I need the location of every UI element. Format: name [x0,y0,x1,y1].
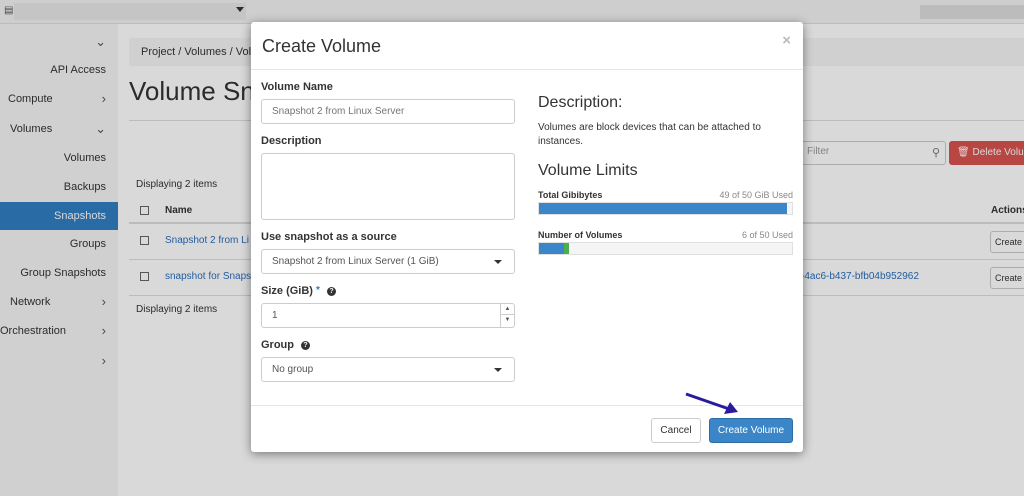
modal-title: Create Volume [262,36,382,56]
snapshot-source-label: Use snapshot as a source [261,231,397,243]
volumes-progress-bar [538,242,793,255]
caret-down-icon [494,368,502,372]
info-heading: Description: [538,94,623,111]
close-icon[interactable]: × [782,32,791,49]
increment-icon[interactable]: ▲ [501,304,514,315]
volume-limits-heading: Volume Limits [538,162,638,179]
help-icon[interactable]: ? [326,286,336,296]
volumes-progress-fill [539,243,565,254]
group-label: Group ? [261,339,311,351]
volume-name-input[interactable] [261,99,515,124]
volume-name-label: Volume Name [261,81,333,93]
group-value: No group [272,364,314,375]
gibibytes-limit-label: Total Gibibytes [538,190,603,200]
size-label-text: Size (GiB) [261,285,313,297]
volumes-limit-label: Number of Volumes [538,230,623,240]
size-value: 1 [272,310,278,321]
gibibytes-usage-text: 49 of 50 GiB Used [719,190,793,200]
group-select[interactable]: No group [261,357,515,382]
modal-header: Create Volume × [251,22,803,70]
decrement-icon[interactable]: ▼ [501,315,514,326]
gibibytes-progress-bar [538,202,793,215]
required-marker: * [316,285,320,296]
info-text: Volumes are block devices that can be at… [538,122,761,147]
gibibytes-progress-fill [539,203,787,214]
description-label: Description [261,135,322,147]
group-label-text: Group [261,339,294,351]
annotation-arrow-icon [685,392,738,414]
help-icon[interactable]: ? [301,340,311,350]
volumes-usage-text: 6 of 50 Used [741,230,793,240]
caret-down-icon [494,260,502,264]
volumes-progress-new-fill [564,243,570,254]
snapshot-source-value: Snapshot 2 from Linux Server (1 GiB) [272,256,439,267]
snapshot-source-select[interactable]: Snapshot 2 from Linux Server (1 GiB) [261,249,515,274]
size-spinner[interactable]: ▲ ▼ [500,304,514,327]
description-textarea[interactable] [261,153,515,220]
size-label: Size (GiB) * ? [261,285,336,297]
size-number-input[interactable]: 1 ▲ ▼ [261,303,515,328]
